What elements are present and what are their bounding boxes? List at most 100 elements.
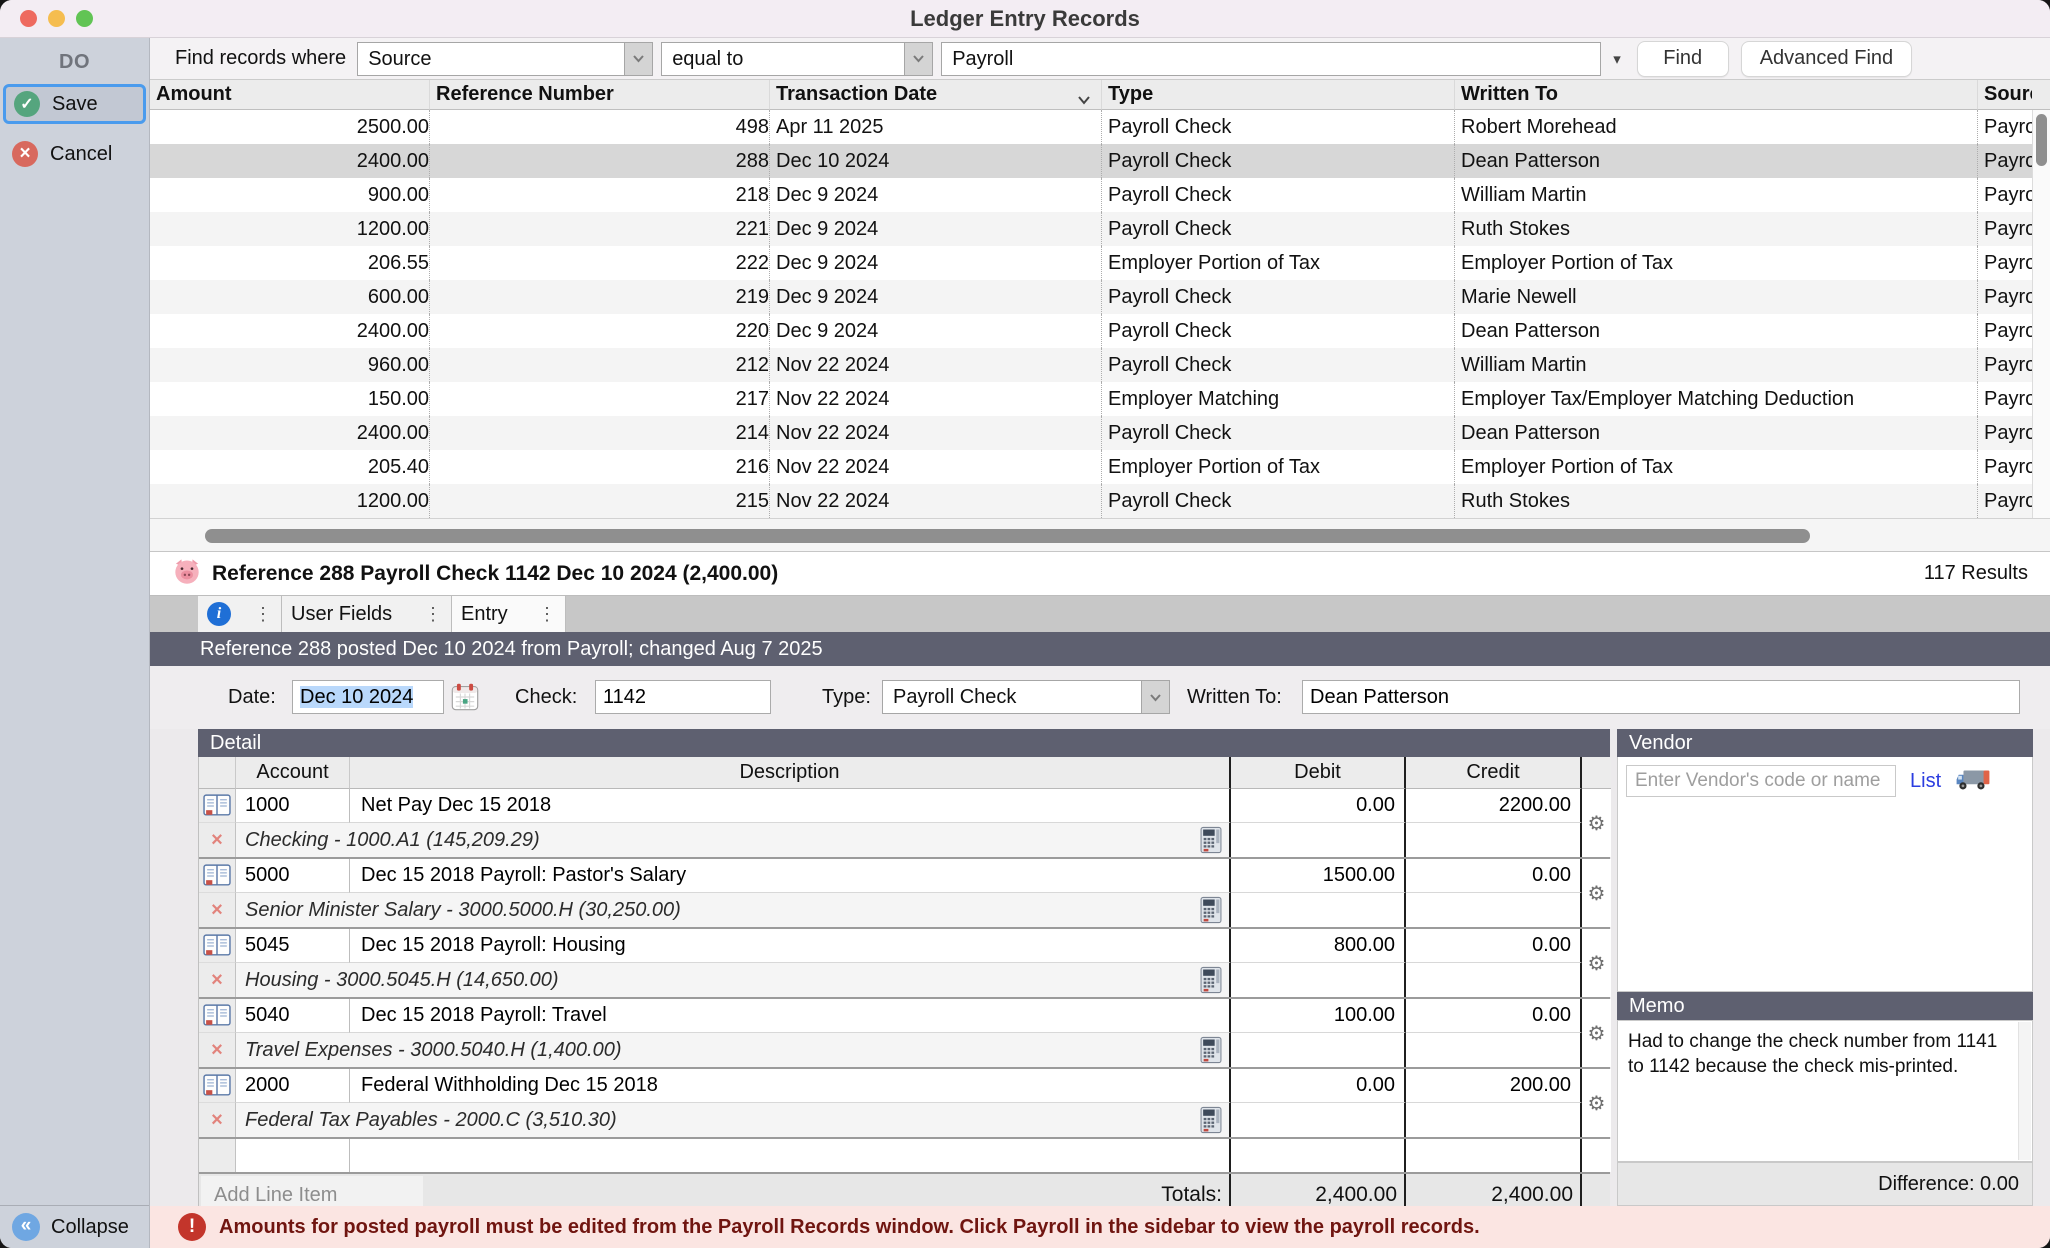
info-icon[interactable]: i (207, 602, 231, 626)
cell-transaction-date[interactable]: Dec 9 2024 (770, 212, 1102, 246)
cell-amount[interactable]: 1200.00 (150, 484, 430, 518)
credit-field[interactable]: 2200.00 (1406, 789, 1582, 823)
find-field-select[interactable]: Source (357, 42, 653, 76)
cell-transaction-date[interactable]: Nov 22 2024 (770, 382, 1102, 416)
line-options-gear-icon[interactable]: ⚙ (1582, 789, 1611, 857)
cell-amount[interactable]: 2400.00 (150, 314, 430, 348)
cell-written-to[interactable]: Dean Patterson (1455, 416, 1978, 450)
account-number-field[interactable]: 1000 (236, 789, 350, 823)
account-number-field[interactable]: 5040 (236, 999, 350, 1033)
cell-type[interactable]: Employer Portion of Tax (1102, 246, 1455, 280)
cell-amount[interactable]: 600.00 (150, 280, 430, 314)
cell-transaction-date[interactable]: Dec 9 2024 (770, 178, 1102, 212)
written-to-field[interactable]: Dean Patterson (1302, 680, 2020, 714)
vertical-scrollbar-thumb[interactable] (2036, 114, 2047, 166)
sort-chevron-icon[interactable] (1077, 88, 1091, 110)
table-row[interactable]: 205.40216Nov 22 2024Employer Portion of … (150, 450, 2050, 484)
cell-amount[interactable]: 2400.00 (150, 144, 430, 178)
debit-field[interactable]: 0.00 (1231, 1069, 1406, 1103)
credit-field[interactable]: 0.00 (1406, 999, 1582, 1033)
cell-transaction-date[interactable]: Dec 9 2024 (770, 280, 1102, 314)
vertical-scrollbar[interactable] (2032, 110, 2050, 518)
search-input[interactable]: Payroll (941, 42, 1601, 76)
cell-written-to[interactable]: Employer Portion of Tax (1455, 246, 1978, 280)
delete-line-icon[interactable]: × (199, 963, 236, 997)
cell-transaction-date[interactable]: Nov 22 2024 (770, 450, 1102, 484)
truck-icon[interactable] (1955, 766, 1991, 797)
cell-written-to[interactable]: Employer Portion of Tax (1455, 450, 1978, 484)
vendor-list-link[interactable]: List (1910, 770, 1941, 793)
drag-handle-icon[interactable]: ⋮ (254, 604, 272, 625)
horizontal-scrollbar[interactable] (150, 518, 2050, 552)
table-row[interactable]: 2500.00498Apr 11 2025Payroll CheckRobert… (150, 110, 2050, 144)
cell-transaction-date[interactable]: Dec 9 2024 (770, 246, 1102, 280)
cell-written-to[interactable]: Dean Patterson (1455, 314, 1978, 348)
line-options-gear-icon[interactable]: ⚙ (1582, 859, 1611, 927)
check-number-field[interactable]: 1142 (595, 680, 771, 714)
account-number-field[interactable]: 2000 (236, 1069, 350, 1103)
ledger-book-icon[interactable] (199, 929, 236, 963)
cell-type[interactable]: Employer Portion of Tax (1102, 450, 1455, 484)
cell-written-to[interactable]: Employer Tax/Employer Matching Deduction (1455, 382, 1978, 416)
line-options-gear-icon[interactable]: ⚙ (1582, 929, 1611, 997)
memo-scrollbar[interactable] (2018, 1022, 2031, 1160)
debit-field[interactable]: 800.00 (1231, 929, 1406, 963)
account-number-field[interactable]: 5000 (236, 859, 350, 893)
find-operator-select[interactable]: equal to (661, 42, 933, 76)
debit-field[interactable]: 0.00 (1231, 789, 1406, 823)
cell-reference-number[interactable]: 498 (430, 110, 770, 144)
horizontal-scrollbar-thumb[interactable] (205, 529, 1810, 543)
description-field[interactable]: Dec 15 2018 Payroll: Housing (350, 929, 1231, 963)
ledger-book-icon[interactable] (199, 999, 236, 1033)
cell-reference-number[interactable]: 218 (430, 178, 770, 212)
debit-field[interactable]: 100.00 (1231, 999, 1406, 1033)
cell-amount[interactable]: 900.00 (150, 178, 430, 212)
cell-type[interactable]: Employer Matching (1102, 382, 1455, 416)
account-number-field[interactable]: 5045 (236, 929, 350, 963)
cell-type[interactable]: Payroll Check (1102, 348, 1455, 382)
cell-amount[interactable]: 206.55 (150, 246, 430, 280)
table-row[interactable]: 1200.00215Nov 22 2024Payroll CheckRuth S… (150, 484, 2050, 518)
cell-transaction-date[interactable]: Nov 22 2024 (770, 416, 1102, 450)
cell-reference-number[interactable]: 222 (430, 246, 770, 280)
column-header-reference-number[interactable]: Reference Number (430, 80, 770, 110)
tab-entry[interactable]: Entry ⋮ (452, 596, 566, 632)
table-row[interactable]: 960.00212Nov 22 2024Payroll CheckWilliam… (150, 348, 2050, 382)
cell-type[interactable]: Payroll Check (1102, 212, 1455, 246)
save-button[interactable]: ✓ Save (3, 84, 146, 124)
table-row[interactable]: 1200.00221Dec 9 2024Payroll CheckRuth St… (150, 212, 2050, 246)
delete-line-icon[interactable]: × (199, 893, 236, 927)
cell-written-to[interactable]: Dean Patterson (1455, 144, 1978, 178)
cell-type[interactable]: Payroll Check (1102, 280, 1455, 314)
date-field[interactable]: Dec 10 2024 (292, 680, 444, 714)
cell-reference-number[interactable]: 219 (430, 280, 770, 314)
collapse-sidebar-button[interactable]: « Collapse (0, 1205, 149, 1248)
info-tab[interactable]: i ⋮ (198, 596, 282, 632)
drag-handle-icon[interactable]: ⋮ (538, 604, 556, 625)
line-options-gear-icon[interactable]: ⚙ (1582, 999, 1611, 1067)
debit-field[interactable]: 1500.00 (1231, 859, 1406, 893)
cell-type[interactable]: Payroll Check (1102, 484, 1455, 518)
credit-field[interactable]: 200.00 (1406, 1069, 1582, 1103)
cell-written-to[interactable]: William Martin (1455, 348, 1978, 382)
cell-reference-number[interactable]: 217 (430, 382, 770, 416)
delete-line-icon[interactable]: × (199, 1033, 236, 1067)
ledger-book-icon[interactable] (199, 789, 236, 823)
column-header-written-to[interactable]: Written To (1455, 80, 1978, 110)
cell-reference-number[interactable]: 212 (430, 348, 770, 382)
chevron-down-icon[interactable] (1141, 681, 1169, 713)
cell-type[interactable]: Payroll Check (1102, 314, 1455, 348)
vendor-search-input[interactable] (1626, 765, 1896, 797)
table-row[interactable]: 2400.00214Nov 22 2024Payroll CheckDean P… (150, 416, 2050, 450)
credit-field[interactable]: 0.00 (1406, 929, 1582, 963)
cell-type[interactable]: Payroll Check (1102, 178, 1455, 212)
delete-line-icon[interactable]: × (199, 1103, 236, 1137)
cell-reference-number[interactable]: 215 (430, 484, 770, 518)
description-field[interactable]: Federal Withholding Dec 15 2018 (350, 1069, 1231, 1103)
chevron-down-icon[interactable] (624, 43, 652, 75)
cell-amount[interactable]: 960.00 (150, 348, 430, 382)
cell-reference-number[interactable]: 220 (430, 314, 770, 348)
cell-transaction-date[interactable]: Apr 11 2025 (770, 110, 1102, 144)
cell-written-to[interactable]: Robert Morehead (1455, 110, 1978, 144)
description-field[interactable]: Dec 15 2018 Payroll: Travel (350, 999, 1231, 1033)
